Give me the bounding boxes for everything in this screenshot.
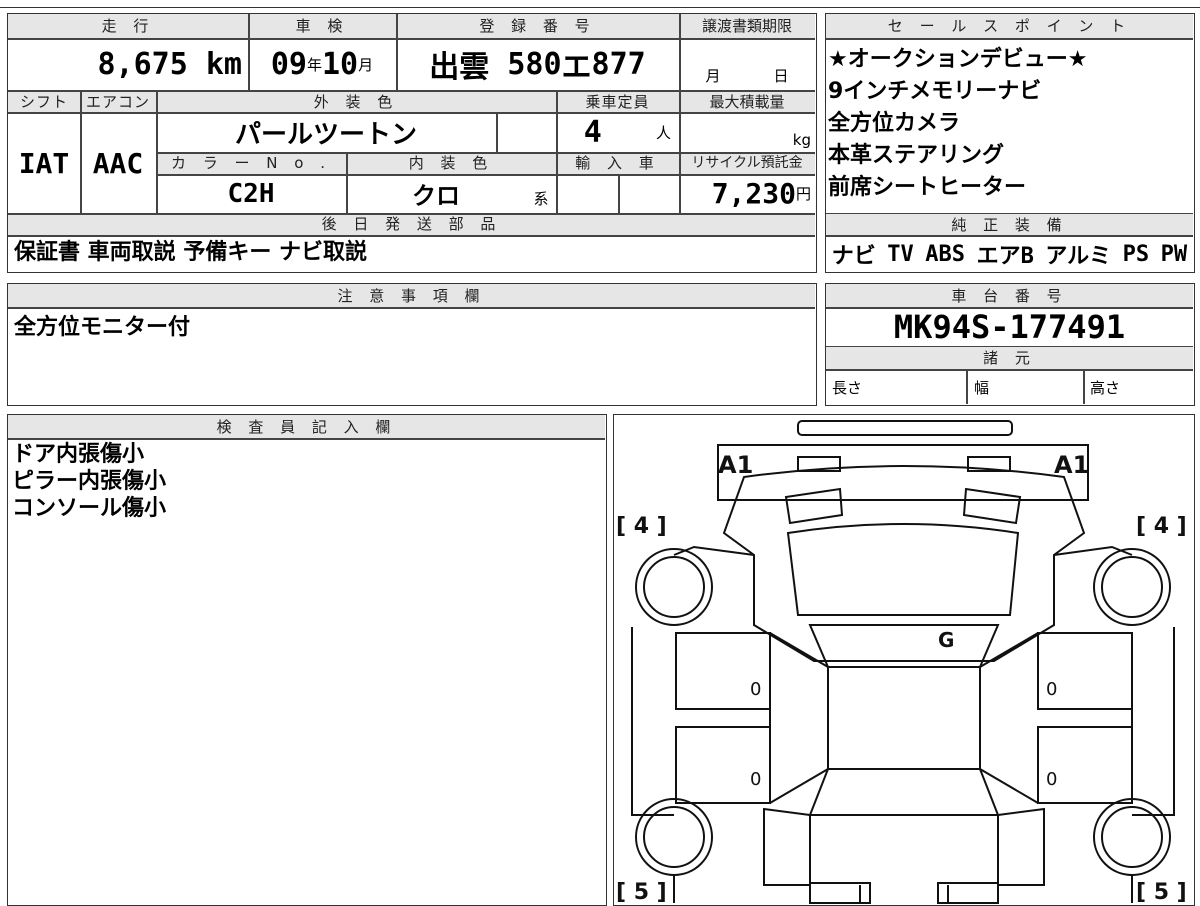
sales-points-label: セ ー ル ス ポ イ ン ト — [826, 14, 1193, 38]
shaken-value: 09 年 10 月 — [248, 38, 396, 90]
chassis-panel: 車 台 番 号 MK94S-177491 諸 元 長さ 幅 高さ — [825, 283, 1195, 406]
ext-color-value: パールツートン — [234, 120, 417, 150]
inspector-panel: 検 査 員 記 入 欄 ドア内張傷小 ピラー内張傷小 コンソール傷小 — [7, 414, 607, 906]
int-color-label: 内 装 色 — [346, 152, 556, 174]
registration-class: 580 — [507, 46, 562, 82]
import-label: 輸 入 車 — [556, 152, 679, 174]
int-color-suffix: 系 — [533, 190, 549, 208]
inspector-line: ドア内張傷小 — [12, 442, 145, 467]
sales-point: 9インチメモリーナビ — [828, 79, 1042, 104]
inspector-line: ピラー内張傷小 — [12, 469, 167, 494]
transfer-deadline-label: 譲渡書類期限 — [679, 14, 815, 38]
notes-panel: 注 意 事 項 欄 全方位モニター付 — [7, 283, 817, 406]
notes-label: 注 意 事 項 欄 — [8, 284, 815, 307]
capacity-label: 乗車定員 — [556, 91, 679, 113]
registration-kana: エ — [561, 50, 592, 85]
mark-door-front-left: 0 — [750, 679, 761, 700]
recycle-label: リサイクル預託金 — [679, 152, 815, 174]
int-color-value: クロ — [412, 182, 460, 210]
recycle-number: 7,230 — [711, 177, 796, 210]
sales-points-list: ★オークションデビュー★ 9インチメモリーナビ 全方位カメラ 本革ステアリング … — [828, 44, 1188, 204]
max-load-label: 最大積載量 — [679, 91, 815, 113]
ext-color-label: 外 装 色 — [156, 91, 556, 113]
equipment-item: ナビ — [831, 244, 876, 269]
mark-rear-wheel-right: [ 5 ] — [1136, 880, 1187, 905]
vehicle-info-table: 走 行 車 検 登 録 番 号 譲渡書類期限 8,675 km 09 年 10 月 出… — [7, 13, 817, 273]
max-load-value: kg — [792, 131, 811, 149]
transfer-deadline-value: 月日 — [679, 38, 815, 90]
registration-number: 877 — [591, 46, 646, 82]
capacity-number: 4 — [583, 115, 602, 150]
ac-label: エアコン — [80, 91, 156, 113]
equipment-item: アルミ — [1045, 244, 1112, 269]
mark-front-left: A1 — [718, 451, 753, 479]
mark-door-front-right: 0 — [1046, 679, 1057, 700]
mark-door-rear-left: 0 — [750, 769, 761, 790]
mark-rear-wheel-left: [ 5 ] — [616, 880, 667, 905]
inspector-lines: ドア内張傷小 ピラー内張傷小 コンソール傷小 — [12, 441, 166, 522]
length-label: 長さ — [832, 378, 863, 397]
shaken-year-unit: 年 — [306, 55, 322, 74]
recycle-unit: 円 — [795, 185, 811, 203]
capacity-unit: 人 — [655, 124, 671, 142]
shaken-label: 車 検 — [248, 14, 396, 38]
car-diagram: A1 A1 [ 4 ] [ 4 ] [ 5 ] [ 5 ] G 0 0 0 0 — [616, 420, 1187, 905]
inspector-label: 検 査 員 記 入 欄 — [8, 415, 605, 438]
ac-value: AAC — [92, 146, 144, 180]
shaken-month: 10 — [322, 46, 359, 82]
chassis-number: MK94S-177491 — [893, 308, 1126, 346]
color-no-label: カ ラ ー N o . — [156, 152, 346, 174]
mileage-label: 走 行 — [8, 14, 248, 38]
capacity-value: 4 人 — [556, 113, 679, 152]
mileage-value: 8,675 km — [8, 38, 246, 90]
sales-point: 前席シートヒーター — [828, 175, 1027, 200]
sales-point: ★オークションデビュー★ — [828, 47, 1088, 72]
color-no-value: C2H — [227, 178, 275, 209]
equipment-item: ABS — [925, 241, 966, 267]
inspector-line: コンソール傷小 — [12, 496, 167, 521]
mark-glass: G — [938, 628, 954, 652]
mark-front-wheel-left: [ 4 ] — [616, 514, 667, 539]
transfer-day-unit: 日 — [773, 67, 789, 85]
later-parts-value: 保証書 車両取説 予備キー ナビ取説 — [14, 240, 367, 265]
car-diagram-panel: A1 A1 [ 4 ] [ 4 ] [ 5 ] [ 5 ] G 0 0 0 0 — [613, 414, 1195, 906]
equipment-item: エアB — [976, 244, 1034, 269]
sales-point: 本革ステアリング — [828, 143, 1005, 168]
shift-label: シフト — [8, 91, 80, 113]
later-parts-label: 後 日 発 送 部 品 — [8, 213, 815, 235]
equipment-item: PS — [1122, 241, 1150, 267]
mileage-unit: km — [205, 46, 242, 82]
transfer-month-unit: 月 — [705, 67, 721, 85]
equipment-list: ナビ TV ABS エアB アルミ PS PW — [826, 236, 1193, 272]
sales-points-panel: セ ー ル ス ポ イ ン ト ★オークションデビュー★ 9インチメモリーナビ … — [825, 13, 1195, 273]
registration-value: 出雲 580 エ 877 — [396, 38, 679, 90]
width-label: 幅 — [974, 378, 990, 397]
mark-front-right: A1 — [1054, 451, 1089, 479]
shift-value: IAT — [18, 146, 70, 180]
height-label: 高さ — [1090, 378, 1121, 397]
recycle-value: 7,230 円 — [679, 174, 815, 213]
notes-text: 全方位モニター付 — [14, 315, 191, 340]
shaken-year: 09 — [270, 46, 307, 82]
mark-front-wheel-right: [ 4 ] — [1136, 514, 1187, 539]
sales-point: 全方位カメラ — [828, 111, 961, 136]
chassis-label: 車 台 番 号 — [826, 284, 1193, 307]
top-strip — [0, 0, 1200, 8]
spec-label: 諸 元 — [826, 347, 1193, 369]
registration-place: 出雲 — [429, 50, 490, 85]
equipment-item: PW — [1160, 241, 1188, 267]
mileage-number: 8,675 — [97, 46, 188, 82]
equipment-label: 純 正 装 備 — [826, 214, 1193, 235]
shaken-month-unit: 月 — [358, 55, 374, 74]
mark-door-rear-right: 0 — [1046, 769, 1057, 790]
equipment-item: TV — [887, 241, 914, 267]
registration-label: 登 録 番 号 — [396, 14, 679, 38]
